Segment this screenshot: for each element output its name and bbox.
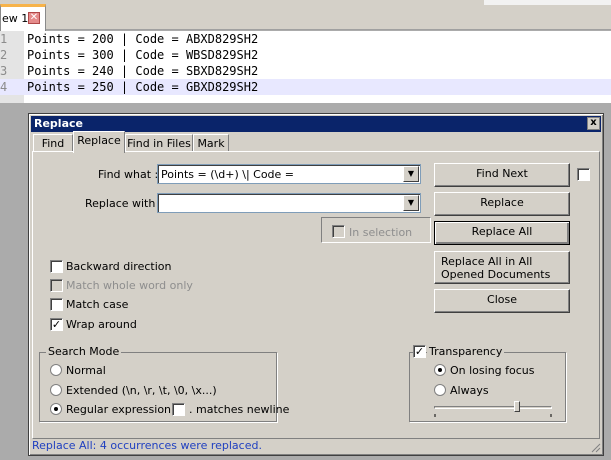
match-whole-word-label: Match whole word only [66,279,193,292]
extended-mode-radio[interactable] [50,384,62,396]
document-tab[interactable]: ew 1 ✕ [0,4,46,31]
normal-mode-radio[interactable] [50,364,62,376]
line-number: 4 [0,80,8,94]
tab-find[interactable]: Find [33,134,73,152]
transparency-slider-track[interactable] [434,406,552,409]
regex-mode-radio[interactable] [50,403,62,415]
replace-all-opened-label: Replace All in All Opened Documents [441,255,551,281]
editor-line[interactable]: 2 Points = 300 | Code = WBSD829SH2 [0,47,611,63]
tab-close-icon[interactable]: ✕ [28,12,40,24]
replace-dialog: Replace x Find Replace Find in Files Mar… [28,113,604,456]
chevron-down-icon[interactable]: ▼ [403,166,419,182]
find-next-button[interactable]: Find Next [434,163,570,187]
find-what-combo[interactable]: Points = (\d+) \| Code = ▼ [157,164,421,184]
tab-find-in-files-label: Find in Files [127,137,191,150]
match-case-checkbox[interactable] [50,298,63,311]
in-selection-checkbox[interactable] [332,225,345,238]
replace-all-button[interactable]: Replace All [434,221,570,245]
tab-find-in-files[interactable]: Find in Files [125,134,193,152]
tab-mark[interactable]: Mark [193,134,229,152]
transparency-label: Transparency [427,345,505,358]
tab-mark-label: Mark [197,137,225,150]
find-next-label: Find Next [476,167,528,180]
replace-label: Replace [480,196,524,209]
tab-find-label: Find [41,137,65,150]
line-text: Points = 200 | Code = ABXD829SH2 [27,32,259,46]
dialog-title: Replace [34,117,83,130]
line-number: 3 [0,64,8,78]
chevron-down-icon[interactable]: ▼ [403,195,419,211]
wrap-around-checkbox[interactable]: ✓ [50,318,63,331]
regex-mode-label: Regular expression [66,403,172,416]
search-mode-title: Search Mode [46,345,122,358]
editor-line[interactable]: 1 Points = 200 | Code = ABXD829SH2 [0,31,611,47]
line-text: Points = 240 | Code = SBXD829SH2 [27,64,259,78]
radio-selected-dot [54,407,58,411]
always-radio[interactable] [434,384,446,396]
slider-ticks [434,414,552,417]
backward-direction-label: Backward direction [66,260,172,273]
editor-line[interactable]: 3 Points = 240 | Code = SBXD829SH2 [0,63,611,79]
tab-replace-label: Replace [77,134,121,147]
replace-with-label: Replace with : [85,197,163,210]
editor-area[interactable]: 1 Points = 200 | Code = ABXD829SH2 2 Poi… [0,31,611,103]
status-message: Replace All: 4 occurrences were replaced… [32,439,262,452]
resize-grip-icon[interactable] [591,443,601,453]
editor-line-current[interactable]: 4 Points = 250 | Code = GBXD829SH2 [0,79,611,95]
extended-mode-label: Extended (\n, \r, \t, \0, \x...) [66,384,217,397]
on-losing-focus-radio[interactable] [434,364,446,376]
replace-all-opened-button[interactable]: Replace All in All Opened Documents [434,251,570,284]
radio-selected-dot [438,368,442,372]
transparency-slider-thumb[interactable] [513,401,520,412]
always-label: Always [450,384,489,397]
dialog-title-bar[interactable]: Replace x [31,116,601,132]
find-what-label: Find what : [98,168,159,181]
dialog-close-icon[interactable]: x [587,117,600,130]
matches-newline-checkbox[interactable] [172,403,185,416]
backward-direction-checkbox[interactable] [50,260,63,273]
normal-mode-label: Normal [66,364,106,377]
close-label: Close [487,293,517,306]
matches-newline-label: . matches newline [189,403,290,416]
in-selection-label: In selection [349,226,413,239]
wrap-around-label: Wrap around [66,318,137,331]
line-text: Points = 250 | Code = GBXD829SH2 [27,80,259,94]
transparency-checkbox[interactable]: ✓ [413,345,426,358]
replace-all-label: Replace All [471,225,533,238]
find-next-option-checkbox[interactable] [577,168,590,181]
editor-tab-strip: ew 1 ✕ [0,0,611,31]
match-whole-word-checkbox[interactable] [50,279,63,292]
line-number: 1 [0,32,8,46]
tab-replace[interactable]: Replace [73,131,125,153]
document-tab-title: ew 1 [2,12,29,25]
find-what-input[interactable]: Points = (\d+) \| Code = [161,168,294,181]
match-case-label: Match case [66,298,129,311]
replace-with-combo[interactable]: ▼ [157,193,421,213]
replace-button[interactable]: Replace [434,192,570,216]
close-button[interactable]: Close [434,289,570,313]
line-number: 2 [0,48,8,62]
on-losing-focus-label: On losing focus [450,364,535,377]
window-corner [484,0,611,5]
line-text: Points = 300 | Code = WBSD829SH2 [27,48,259,62]
